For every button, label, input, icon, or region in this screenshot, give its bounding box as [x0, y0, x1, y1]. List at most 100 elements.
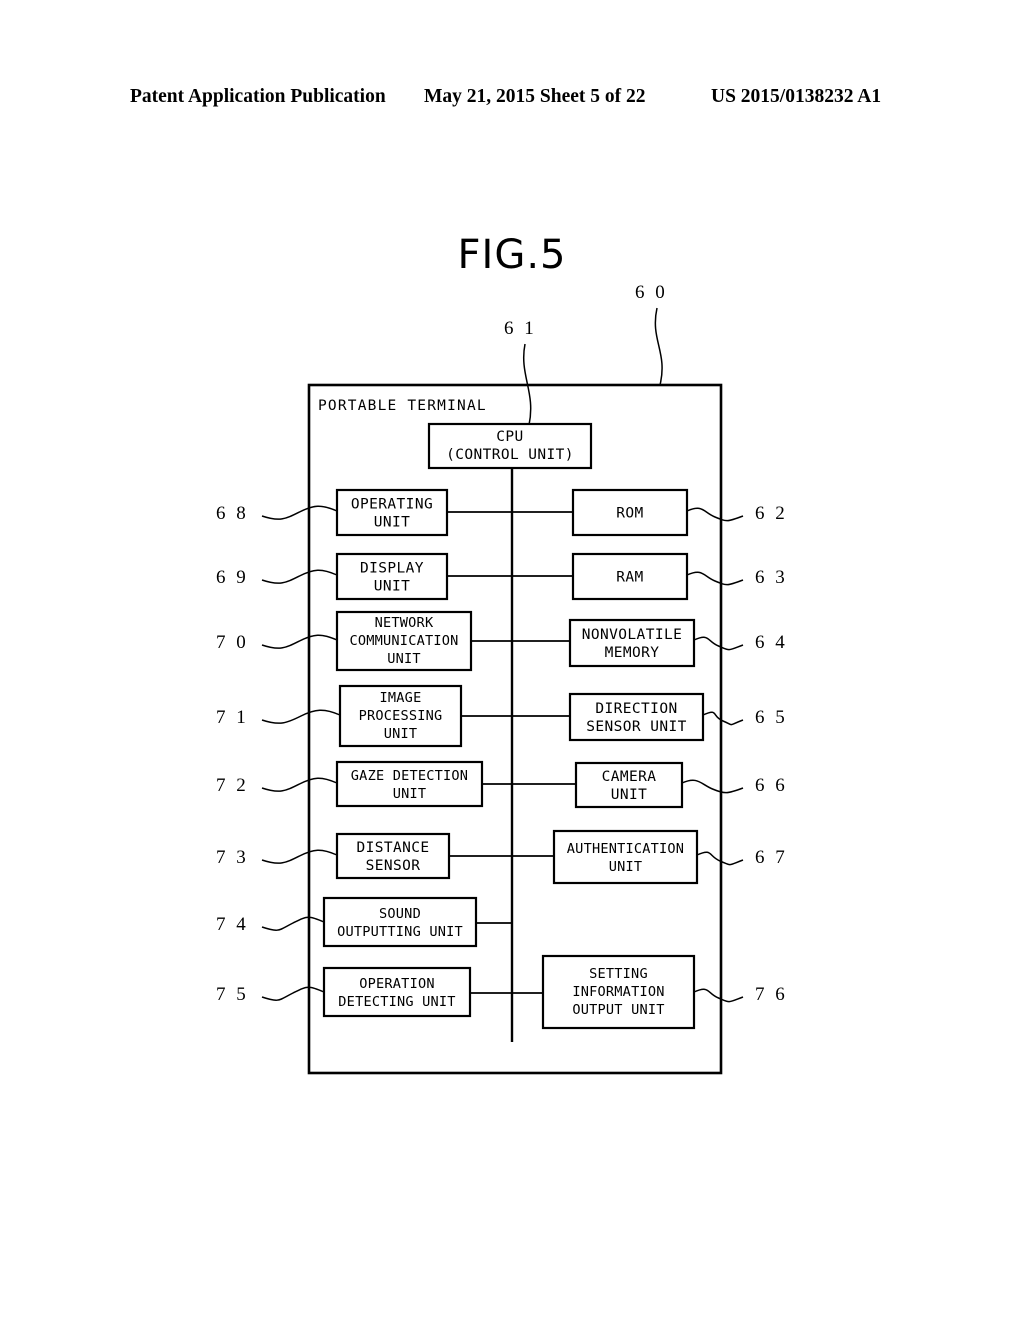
block-right-6-line-2: INFORMATION — [572, 984, 664, 1000]
ref-number-68: 6 8 — [216, 503, 249, 524]
block-left-4-line-1: GAZE DETECTION — [351, 768, 468, 784]
block-right-2-line-2: MEMORY — [605, 645, 660, 661]
ref-group-right-6: 7 6 — [693, 984, 788, 1005]
block-left-2-line-2: COMMUNICATION — [350, 633, 459, 649]
block-right-4-line-1: CAMERA — [602, 769, 657, 785]
ref-group-left-5: 7 3 — [216, 847, 338, 868]
block-right-0: ROM — [571, 488, 689, 537]
ref-number-71: 7 1 — [216, 707, 249, 728]
block-right-3-line-1: DIRECTION — [595, 701, 677, 717]
right-connector-lines — [512, 511, 576, 994]
ref-group-right-5: 6 7 — [696, 847, 788, 868]
block-right-6: SETTING INFORMATION OUTPUT UNIT — [541, 954, 696, 1030]
block-right-6-line-3: OUTPUT UNIT — [572, 1002, 664, 1018]
leader-line-70 — [261, 634, 338, 649]
ref-group-left-1: 6 9 — [216, 567, 338, 588]
block-right-5-line-2: UNIT — [609, 859, 643, 875]
ref-number-72: 7 2 — [216, 775, 249, 796]
block-left-0: OPERATING UNIT — [335, 488, 449, 537]
leader-line-75 — [261, 986, 325, 1001]
ref-group-right-3: 6 5 — [702, 707, 785, 728]
block-left-3-line-2: PROCESSING — [359, 708, 443, 724]
leader-line-60 — [654, 307, 663, 386]
ref-number-69: 6 9 — [216, 567, 249, 588]
ref-number-67: 6 7 — [755, 847, 788, 868]
block-right-3: DIRECTION SENSOR UNIT — [568, 692, 705, 742]
block-left-4-line-2: UNIT — [393, 786, 427, 802]
block-left-2: NETWORK COMMUNICATION UNIT — [335, 610, 473, 672]
block-right-3-line-2: SENSOR UNIT — [586, 719, 686, 735]
right-reference-numbers: 6 2 6 3 6 4 6 5 6 6 6 7 7 6 — [681, 503, 788, 1005]
block-right-5: AUTHENTICATION UNIT — [552, 829, 699, 885]
block-right-4-line-2: UNIT — [611, 787, 648, 803]
ref-number-76: 7 6 — [755, 984, 788, 1005]
ref-group-left-3: 7 1 — [216, 707, 341, 728]
left-block-column: OPERATING UNIT DISPLAY UNIT NETWORK COMMUNICA… — [322, 488, 484, 1018]
block-right-0-line-1: ROM — [616, 506, 643, 522]
block-left-7-line-2: DETECTING UNIT — [338, 994, 455, 1010]
block-left-1-line-2: UNIT — [374, 579, 411, 595]
block-left-5-line-2: SENSOR — [366, 858, 421, 874]
ref-group-left-2: 7 0 — [216, 632, 338, 653]
leader-line-71 — [261, 709, 341, 724]
ref-number-74: 7 4 — [216, 914, 249, 935]
leader-line-63 — [686, 571, 744, 586]
block-left-2-line-3: UNIT — [387, 651, 421, 667]
block-left-7: OPERATION DETECTING UNIT — [322, 966, 472, 1018]
block-right-1: RAM — [571, 552, 689, 601]
left-reference-numbers: 6 8 6 9 7 0 7 1 7 2 7 3 7 4 7 5 — [216, 503, 341, 1005]
portable-terminal-label: PORTABLE TERMINAL — [318, 398, 487, 414]
block-left-3-line-3: UNIT — [384, 726, 418, 742]
ref-group-right-2: 6 4 — [693, 632, 788, 653]
block-right-5-line-1: AUTHENTICATION — [567, 841, 684, 857]
ref-number-70: 7 0 — [216, 632, 249, 653]
block-right-2: NONVOLATILE MEMORY — [568, 618, 696, 668]
ref-group-left-0: 6 8 — [216, 503, 338, 524]
block-left-5: DISTANCE SENSOR — [335, 832, 451, 880]
ref-group-left-4: 7 2 — [216, 775, 338, 796]
ref-group-right-0: 6 2 — [686, 503, 788, 524]
leader-line-73 — [261, 849, 338, 864]
leader-line-66 — [681, 779, 744, 794]
block-right-5-rect — [552, 829, 699, 885]
leader-line-69 — [261, 569, 338, 584]
block-left-6-line-1: SOUND — [379, 906, 421, 922]
ref-number-63: 6 3 — [755, 567, 788, 588]
block-left-1-line-1: DISPLAY — [360, 561, 424, 577]
block-left-5-line-1: DISTANCE — [356, 840, 429, 856]
block-left-0-line-1: OPERATING — [351, 497, 433, 513]
block-right-6-line-1: SETTING — [589, 966, 648, 982]
block-left-6: SOUND OUTPUTTING UNIT — [322, 896, 478, 948]
block-left-3-line-1: IMAGE — [380, 690, 422, 706]
leader-line-72 — [261, 777, 338, 792]
figure-svg-canvas: FIG.5 PORTABLE TERMINAL 6 0 6 1 CPU (CON… — [216, 232, 788, 1075]
right-block-column: ROM RAM NONVOLATILE MEMORY DIRECTION SENSOR U… — [541, 488, 705, 1030]
ref-group-right-4: 6 6 — [681, 775, 788, 796]
ref-number-75: 7 5 — [216, 984, 249, 1005]
ref-number-64: 6 4 — [755, 632, 788, 653]
ref-number-73: 7 3 — [216, 847, 249, 868]
leader-line-74 — [261, 916, 325, 931]
ref-number-66: 6 6 — [755, 775, 788, 796]
leader-line-68 — [261, 505, 338, 520]
block-left-3: IMAGE PROCESSING UNIT — [338, 684, 463, 748]
block-left-1: DISPLAY UNIT — [335, 552, 449, 601]
block-left-4: GAZE DETECTION UNIT — [335, 760, 484, 808]
leader-line-64 — [693, 636, 744, 651]
leader-line-65 — [702, 711, 744, 726]
block-left-7-line-1: OPERATION — [359, 976, 434, 992]
block-right-1-line-1: RAM — [616, 570, 643, 586]
block-cpu-line-1: CPU — [496, 429, 523, 445]
figure-title: FIG.5 — [458, 232, 567, 278]
ref-number-62: 6 2 — [755, 503, 788, 524]
ref-number-61: 6 1 — [504, 318, 537, 339]
block-left-0-line-2: UNIT — [374, 515, 411, 531]
block-cpu-line-2: (CONTROL UNIT) — [446, 447, 574, 463]
ref-group-right-1: 6 3 — [686, 567, 788, 588]
leader-line-76 — [693, 988, 744, 1003]
block-right-4: CAMERA UNIT — [574, 761, 684, 809]
ref-number-60: 6 0 — [635, 282, 668, 303]
block-left-6-line-2: OUTPUTTING UNIT — [337, 924, 463, 940]
block-cpu: CPU (CONTROL UNIT) — [427, 422, 593, 470]
block-left-2-line-1: NETWORK — [375, 615, 434, 631]
